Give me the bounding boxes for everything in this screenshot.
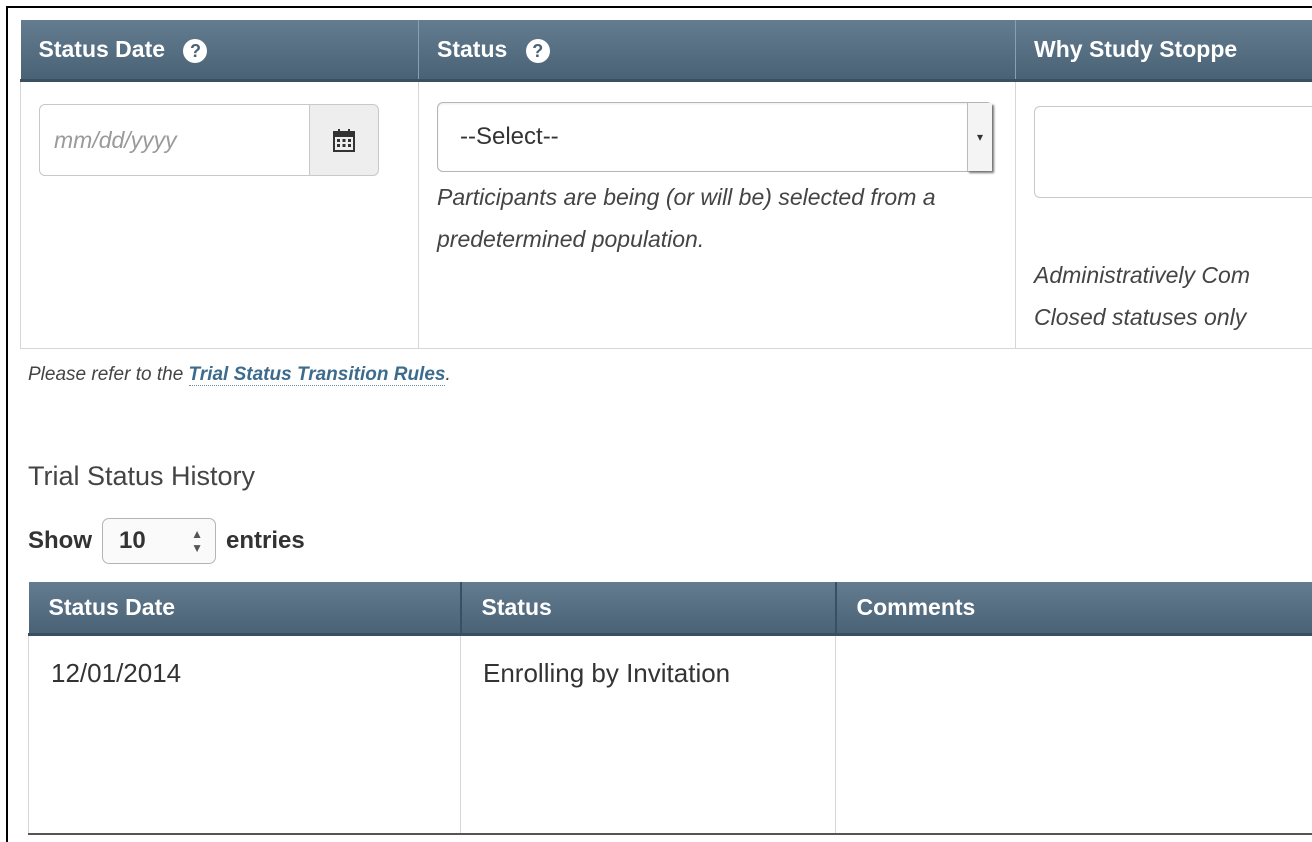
column-header-status[interactable]: Status <box>460 582 837 636</box>
entries-select-value: 10 <box>119 527 146 554</box>
section-title: Trial Status History <box>28 461 256 491</box>
trial-status-form: Status Date ? Status ? Why Study Stoppe … <box>20 20 1312 349</box>
why-help-line-1: Administratively Com <box>1034 261 1250 288</box>
cell-status: Enrolling by Invitation <box>460 634 836 835</box>
status-history-table: Status Date Status Comments 12/01/2014 E… <box>28 582 1312 835</box>
transition-rules-link[interactable]: Trial Status Transition Rules <box>188 364 446 386</box>
status-date-input[interactable]: mm/dd/yyyy <box>39 103 309 176</box>
refer-suffix: . <box>445 364 451 385</box>
header-status-label: Status <box>437 35 508 62</box>
status-date-cell: mm/dd/yyyy <box>20 79 419 349</box>
entries-length-control: Show 10 ▲ ▼ entries <box>28 518 305 564</box>
calendar-icon <box>333 128 355 152</box>
status-cell: --Select-- ▾ Participants are being (or … <box>418 79 1016 349</box>
stepper-arrows-icon: ▲ ▼ <box>191 527 203 555</box>
help-icon[interactable]: ? <box>183 38 208 63</box>
date-picker: mm/dd/yyyy <box>39 103 379 176</box>
transition-rules-note: Please refer to the Trial Status Transit… <box>28 364 451 386</box>
table-row: 12/01/2014 Enrolling by Invitation <box>28 634 1312 835</box>
column-header-status-date[interactable]: Status Date <box>28 582 462 636</box>
header-why-stopped: Why Study Stoppe <box>1015 20 1312 82</box>
why-stopped-cell: Administratively Com Closed statuses onl… <box>1015 79 1312 349</box>
refer-prefix: Please refer to the <box>28 364 189 385</box>
header-status: Status ? <box>418 20 1016 82</box>
help-icon[interactable]: ? <box>525 38 550 63</box>
header-status-date: Status Date ? <box>20 20 419 82</box>
column-header-comments[interactable]: Comments <box>835 582 1312 636</box>
entries-label: entries <box>226 527 305 554</box>
show-label: Show <box>28 527 92 554</box>
dropdown-arrow-icon: ▾ <box>967 102 992 171</box>
status-select[interactable]: --Select-- ▾ <box>437 101 993 172</box>
why-stopped-help-text: Administratively Com Closed statuses onl… <box>1034 254 1250 338</box>
header-status-date-label: Status Date <box>38 35 166 62</box>
header-why-stopped-label: Why Study Stoppe <box>1034 35 1238 62</box>
why-help-line-2: Closed statuses only <box>1034 303 1247 330</box>
entries-select[interactable]: 10 ▲ ▼ <box>102 518 216 564</box>
cell-status-date: 12/01/2014 <box>28 634 461 835</box>
why-stopped-textarea[interactable] <box>1034 105 1312 198</box>
status-select-value: --Select-- <box>460 122 559 150</box>
calendar-button[interactable] <box>309 103 379 176</box>
status-help-text: Participants are being (or will be) sele… <box>437 183 936 252</box>
cell-comments <box>835 634 1312 835</box>
